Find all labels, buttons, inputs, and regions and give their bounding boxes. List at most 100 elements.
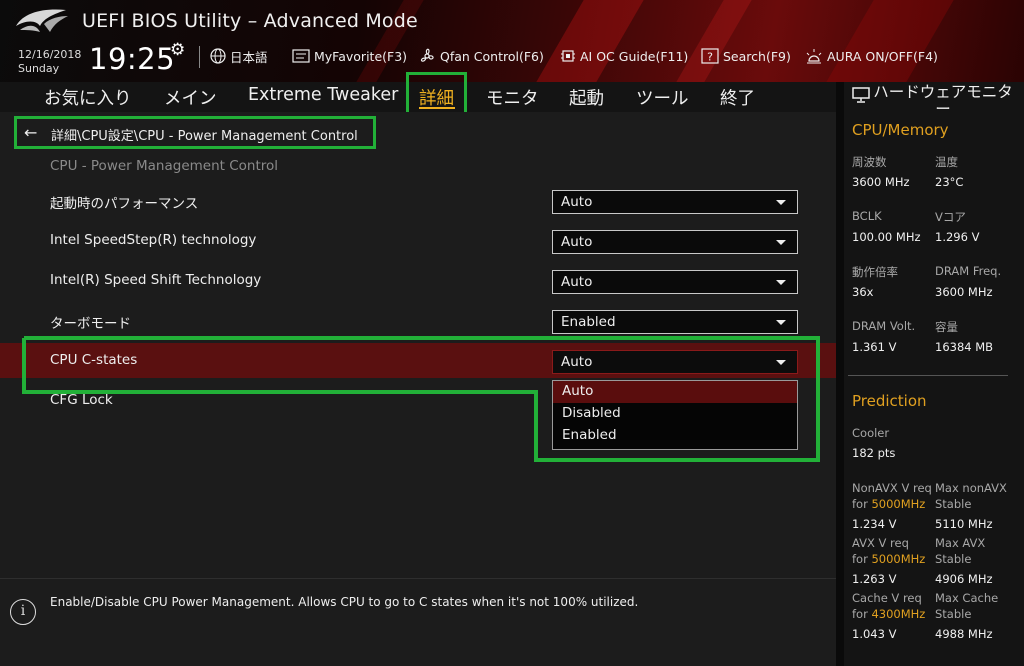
max-avx-label: Max AVX	[935, 536, 986, 550]
tab-boot[interactable]: 起動	[569, 85, 604, 110]
tab-monitor[interactable]: モニタ	[486, 85, 539, 110]
speedstep-value: Auto	[561, 234, 593, 250]
frequency-value: 3600 MHz	[852, 175, 910, 189]
max-avx-value: 4906 MHz	[935, 572, 993, 586]
dram-volt-value: 1.361 V	[852, 340, 897, 354]
tab-tool[interactable]: ツール	[636, 85, 689, 110]
speed-shift-value: Auto	[561, 274, 593, 290]
max-cache-stable: Stable	[935, 607, 972, 621]
nonavx-req-label: NonAVX V req	[852, 481, 932, 495]
dram-freq-value: 3600 MHz	[935, 285, 993, 299]
language-button[interactable]: 日本語	[210, 47, 268, 65]
aura-toggle-button[interactable]: AURA ON/OFF(F4)	[805, 47, 938, 65]
nonavx-for-text: for	[852, 497, 872, 511]
ai-oc-guide-label: AI OC Guide(F11)	[580, 48, 689, 64]
boot-performance-value: Auto	[561, 194, 593, 210]
my-favorite-label: MyFavorite(F3)	[314, 48, 408, 64]
qfan-control-button[interactable]: Qfan Control(F6)	[418, 47, 544, 65]
day-text: Sunday	[18, 62, 60, 75]
chevron-down-icon	[776, 240, 786, 245]
qfan-control-label: Qfan Control(F6)	[440, 48, 544, 64]
nonavx-for-line: for 5000MHz	[852, 497, 925, 511]
hardware-monitor-title: ハードウェアモニター	[873, 83, 1013, 118]
info-icon: i	[10, 599, 36, 625]
max-nonavx-label: Max nonAVX	[935, 481, 1007, 495]
cache-req-value: 1.043 V	[852, 627, 897, 641]
search-button[interactable]: ? Search(F9)	[701, 47, 791, 65]
vcore-value: 1.296 V	[935, 230, 980, 244]
avx-req-value: 1.263 V	[852, 572, 897, 586]
cache-for-line: for 4300MHz	[852, 607, 925, 621]
cache-freq: 4300MHz	[871, 607, 926, 621]
cooler-value: 182 pts	[852, 446, 896, 460]
date-text: 12/16/2018	[18, 48, 82, 61]
chevron-down-icon	[776, 200, 786, 205]
tab-favorites[interactable]: お気に入り	[44, 85, 132, 110]
capacity-value: 16384 MB	[935, 340, 994, 354]
cache-for-text: for	[852, 607, 872, 621]
help-bar	[0, 578, 836, 666]
monitor-icon	[852, 87, 870, 103]
rog-logo-icon	[16, 9, 68, 32]
prediction-heading: Prediction	[852, 392, 927, 410]
cache-req-label: Cache V req	[852, 591, 922, 605]
setting-label-speed-shift: Intel(R) Speed Shift Technology	[50, 272, 262, 288]
clock-time: 19:25	[89, 42, 176, 76]
setting-label-boot-performance: 起動時のパフォーマンス	[50, 196, 199, 212]
section-title: CPU - Power Management Control	[50, 158, 279, 174]
nonavx-req-value: 1.234 V	[852, 517, 897, 531]
c-states-annotation-outline	[22, 336, 820, 462]
turbo-mode-select[interactable]: Enabled	[552, 310, 798, 334]
tab-main[interactable]: メイン	[164, 85, 217, 110]
breadcrumb-annotation-box	[14, 116, 376, 149]
aura-light-icon	[806, 49, 822, 64]
bclk-label: BCLK	[852, 209, 882, 223]
max-nonavx-stable: Stable	[935, 497, 972, 511]
dram-freq-label: DRAM Freq.	[935, 264, 1002, 278]
cooler-label: Cooler	[852, 426, 890, 440]
ratio-value: 36x	[852, 285, 874, 299]
aura-toggle-label: AURA ON/OFF(F4)	[827, 48, 938, 64]
search-label: Search(F9)	[723, 48, 791, 64]
setting-label-speedstep: Intel SpeedStep(R) technology	[50, 232, 257, 248]
max-cache-value: 4988 MHz	[935, 627, 993, 641]
panel-divider	[848, 375, 1008, 376]
nonavx-freq: 5000MHz	[871, 497, 926, 511]
avx-req-label: AVX V req	[852, 536, 909, 550]
help-description: Enable/Disable CPU Power Management. All…	[50, 595, 639, 609]
fan-icon	[420, 48, 434, 62]
cpu-memory-heading: CPU/Memory	[852, 121, 949, 139]
search-help-icon: ?	[701, 48, 719, 64]
max-cache-label: Max Cache	[935, 591, 999, 605]
tab-extreme-tweaker[interactable]: Extreme Tweaker	[248, 85, 398, 105]
bclk-value: 100.00 MHz	[852, 230, 921, 244]
avx-freq: 5000MHz	[871, 552, 926, 566]
tab-exit[interactable]: 終了	[720, 85, 755, 110]
app-title: UEFI BIOS Utility – Advanced Mode	[82, 10, 418, 32]
chip-icon	[561, 50, 575, 62]
avx-for-text: for	[852, 552, 872, 566]
max-nonavx-value: 5110 MHz	[935, 517, 993, 531]
globe-icon	[210, 48, 226, 64]
favorite-list-icon	[292, 49, 310, 63]
setting-label-turbo-mode: ターボモード	[50, 316, 131, 332]
boot-performance-select[interactable]: Auto	[552, 190, 798, 214]
ai-oc-guide-button[interactable]: AI OC Guide(F11)	[560, 47, 688, 65]
avx-for-line: for 5000MHz	[852, 552, 925, 566]
max-avx-stable: Stable	[935, 552, 972, 566]
frequency-label: 周波数	[852, 155, 887, 169]
speedstep-select[interactable]: Auto	[552, 230, 798, 254]
my-favorite-button[interactable]: MyFavorite(F3)	[292, 47, 407, 65]
speed-shift-select[interactable]: Auto	[552, 270, 798, 294]
ratio-label: 動作倍率	[852, 265, 898, 279]
temperature-label: 温度	[935, 155, 958, 169]
svg-text:?: ?	[707, 51, 713, 64]
vcore-label: Vコア	[935, 210, 966, 224]
language-label: 日本語	[230, 49, 268, 65]
temperature-value: 23°C	[935, 175, 964, 189]
chevron-down-icon	[776, 320, 786, 325]
chevron-down-icon	[776, 280, 786, 285]
capacity-label: 容量	[935, 320, 958, 334]
turbo-mode-value: Enabled	[561, 314, 616, 330]
clock-settings-icon[interactable]: ⚙	[170, 40, 185, 60]
